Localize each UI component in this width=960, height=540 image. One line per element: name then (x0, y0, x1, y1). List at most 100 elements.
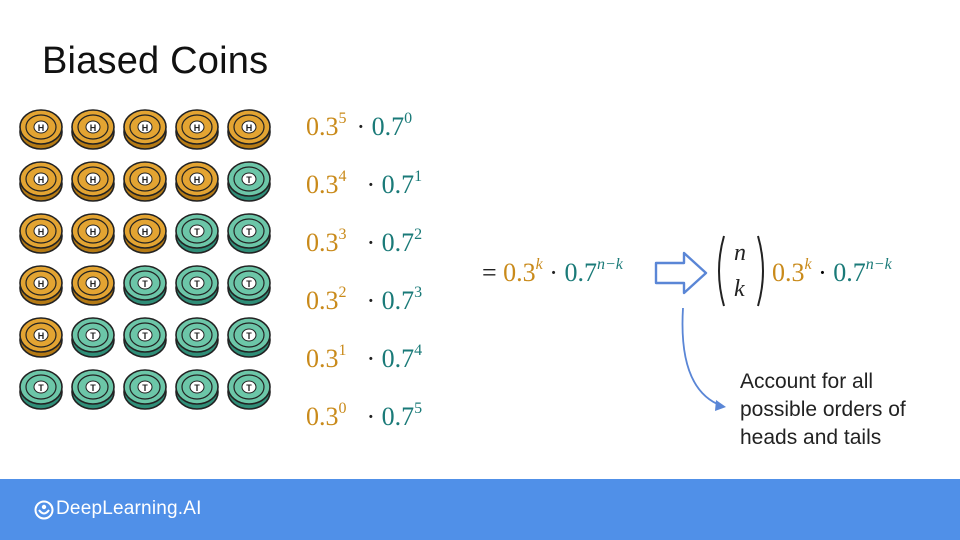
annotation-line: heads and tails (740, 426, 882, 449)
svg-text:T: T (142, 331, 148, 341)
right-arrow-icon (652, 248, 710, 298)
svg-text:H: H (38, 279, 45, 289)
dot: · (366, 402, 376, 431)
coin-row: HHHTT (18, 210, 278, 256)
heads-exponent: 2 (338, 284, 347, 301)
binomial-top: n (734, 240, 746, 266)
svg-text:H: H (38, 331, 45, 341)
tails-base: 0.7 (381, 402, 415, 431)
deeplearning-logo-icon (34, 500, 54, 520)
svg-text:T: T (142, 383, 148, 393)
tails-coin-icon: T (226, 366, 272, 412)
svg-text:T: T (246, 383, 252, 393)
dot: · (366, 286, 376, 315)
heads-coin-icon: H (70, 262, 116, 308)
heads-exponent: 1 (338, 342, 347, 359)
coin-row: HTTTT (18, 314, 278, 360)
heads-exponent: 4 (338, 168, 347, 185)
heads-coin-icon: H (18, 158, 64, 204)
svg-text:H: H (142, 123, 149, 133)
svg-text:H: H (246, 123, 253, 133)
tails-coin-icon: T (226, 262, 272, 308)
tails-coin-icon: T (226, 314, 272, 360)
general-formula: = 0.3k · 0.7n−k (482, 256, 623, 288)
general-dot: · (549, 258, 558, 287)
heads-coin-icon: H (226, 106, 272, 152)
result-formula: 0.3k · 0.7n−k (772, 256, 892, 288)
svg-text:H: H (142, 227, 149, 237)
svg-text:H: H (38, 123, 45, 133)
svg-text:T: T (246, 331, 252, 341)
result-tails-exp: n−k (865, 256, 892, 273)
tails-coin-icon: T (174, 314, 220, 360)
svg-text:T: T (246, 279, 252, 289)
tails-base: 0.7 (371, 112, 405, 141)
heads-exponent: 3 (338, 226, 347, 243)
heads-base: 0.3 (306, 228, 339, 257)
heads-base: 0.3 (306, 344, 339, 373)
equals-sign: = (482, 258, 497, 287)
svg-text:H: H (38, 227, 45, 237)
svg-text:H: H (142, 175, 149, 185)
slide-title: Biased Coins (42, 40, 269, 82)
svg-text:T: T (38, 383, 44, 393)
heads-exponent: 0 (338, 400, 347, 417)
svg-text:T: T (194, 227, 200, 237)
curved-arrow-icon (670, 300, 740, 420)
binomial-coefficient: n k (712, 234, 772, 308)
heads-coin-icon: H (122, 210, 168, 256)
heads-coin-icon: H (18, 262, 64, 308)
probability-expression: 0.31 · 0.74 (306, 342, 422, 374)
tails-exponent: 5 (414, 400, 423, 417)
heads-coin-icon: H (18, 210, 64, 256)
svg-text:T: T (194, 331, 200, 341)
dot: · (366, 344, 376, 373)
heads-exponent: 5 (338, 110, 347, 127)
footer-bar: DeepLearning.AI (0, 479, 960, 540)
tails-coin-icon: T (226, 210, 272, 256)
probability-expression: 0.34 · 0.71 (306, 168, 422, 200)
tails-coin-icon: T (18, 366, 64, 412)
heads-base: 0.3 (306, 170, 339, 199)
binomial-bottom: k (734, 276, 745, 302)
tails-coin-icon: T (70, 366, 116, 412)
svg-text:T: T (90, 383, 96, 393)
brand-name: DeepLearning.AI (56, 498, 202, 519)
svg-text:H: H (90, 175, 97, 185)
general-tails-base: 0.7 (564, 258, 597, 287)
heads-coin-icon: H (174, 158, 220, 204)
annotation-line: possible orders of (740, 398, 906, 421)
left-paren-icon (718, 235, 725, 307)
tails-coin-icon: T (174, 262, 220, 308)
svg-text:H: H (90, 123, 97, 133)
svg-text:T: T (246, 227, 252, 237)
heads-coin-icon: H (70, 210, 116, 256)
coin-row: HHHHT (18, 158, 278, 204)
coin-row: HHTTT (18, 262, 278, 308)
svg-text:H: H (90, 279, 97, 289)
svg-text:H: H (194, 175, 201, 185)
general-tails-exp: n−k (596, 256, 623, 273)
probability-expression: 0.32 · 0.73 (306, 284, 422, 316)
annotation-line: Account for all (740, 370, 874, 393)
probability-expression: 0.33 · 0.72 (306, 226, 422, 258)
tails-coin-icon: T (174, 210, 220, 256)
dot: · (356, 112, 366, 141)
svg-text:T: T (142, 279, 148, 289)
tails-base: 0.7 (381, 228, 415, 257)
tails-base: 0.7 (381, 344, 415, 373)
coin-row: HHHHH (18, 106, 278, 152)
heads-coin-icon: H (18, 314, 64, 360)
dot: · (366, 170, 376, 199)
heads-base: 0.3 (306, 112, 339, 141)
probability-expression: 0.35 · 0.70 (306, 110, 412, 142)
coin-row: TTTTT (18, 366, 278, 412)
result-heads-base: 0.3 (772, 258, 805, 287)
probability-expression: 0.30 · 0.75 (306, 400, 423, 432)
dot: · (366, 228, 376, 257)
heads-coin-icon: H (122, 106, 168, 152)
tails-coin-icon: T (70, 314, 116, 360)
svg-text:T: T (194, 383, 200, 393)
tails-coin-icon: T (122, 366, 168, 412)
heads-coin-icon: H (174, 106, 220, 152)
